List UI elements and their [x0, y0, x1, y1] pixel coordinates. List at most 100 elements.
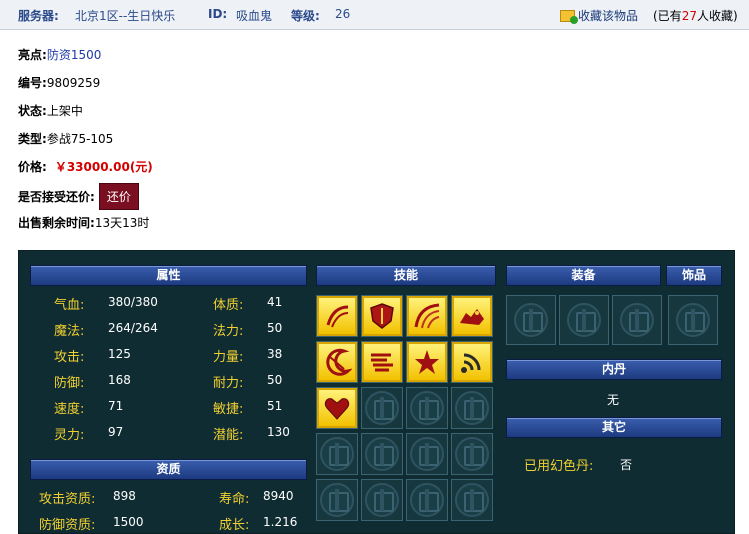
other-label: 已用幻色丹:	[524, 459, 594, 474]
favorite-link[interactable]: 收藏该物品	[560, 7, 638, 24]
status-label: 状态:	[18, 104, 47, 118]
number-row: 编号: 9809259	[18, 74, 100, 91]
aptitude-label: 防御资质:	[39, 518, 96, 533]
skill-slot[interactable]	[361, 387, 403, 429]
aptitude-header: 资质	[30, 459, 307, 480]
highlight-value: 防资1500	[46, 48, 102, 62]
skill-slot[interactable]	[361, 295, 403, 337]
empty-slot-emblem-icon	[676, 303, 710, 337]
attribute-value: 130	[267, 425, 290, 439]
type-label: 类型:	[18, 132, 47, 146]
empty-slot-emblem-icon	[320, 437, 354, 471]
equipment-slot[interactable]	[506, 295, 556, 345]
aptitude-label: 攻击资质:	[39, 492, 96, 507]
empty-slot-emblem-icon	[455, 483, 489, 517]
attribute-label: 体质:	[213, 298, 244, 313]
heart-skill-icon	[317, 388, 357, 428]
skill-slot[interactable]	[406, 479, 448, 521]
skill-slot[interactable]	[451, 479, 493, 521]
skill-slot[interactable]	[451, 295, 493, 337]
skill-slot[interactable]	[451, 387, 493, 429]
folder-add-icon	[560, 9, 578, 24]
wave-skill-icon	[452, 342, 492, 382]
skill-slot[interactable]	[451, 341, 493, 383]
equipment-slot[interactable]	[559, 295, 609, 345]
aptitude-label: 寿命:	[219, 492, 250, 507]
attribute-label: 速度:	[54, 402, 85, 417]
status-value: 上架中	[46, 104, 83, 118]
skill-slot[interactable]	[406, 387, 448, 429]
price-value: ￥33000.00(元)	[54, 160, 153, 174]
empty-slot-emblem-icon	[455, 437, 489, 471]
attribute-value: 264/264	[108, 321, 158, 335]
pet-detail-panel: 属性 资质 技能 装备 饰品 内丹 无 其它 已用幻色丹: 否 气血: 380/3…	[18, 250, 735, 534]
skill-slot[interactable]	[361, 433, 403, 475]
empty-slot-emblem-icon	[410, 437, 444, 471]
attribute-label: 法力:	[213, 324, 244, 339]
attribute-label: 防御:	[54, 376, 85, 391]
highlight-row: 亮点: 防资1500	[18, 46, 101, 63]
neidan-header: 内丹	[506, 359, 722, 380]
id-value: 吸血鬼	[236, 9, 273, 23]
empty-slot-emblem-icon	[410, 391, 444, 425]
empty-slot-emblem-icon	[365, 391, 399, 425]
attribute-value: 38	[267, 347, 283, 361]
attribute-label: 敏捷:	[213, 402, 244, 417]
equipment-slot[interactable]	[612, 295, 662, 345]
aptitude-label: 成长:	[219, 518, 250, 533]
id-label: ID:	[208, 7, 228, 21]
accessory-slot[interactable]	[668, 295, 718, 345]
skill-slot[interactable]	[316, 295, 358, 337]
status-row: 状态: 上架中	[18, 102, 83, 119]
empty-slot-emblem-icon	[567, 303, 601, 337]
equipment-header: 装备	[506, 265, 661, 286]
counter-offer-label: 是否接受还价:	[18, 190, 95, 204]
attribute-value: 50	[267, 373, 283, 387]
attribute-label: 魔法:	[54, 324, 85, 339]
aptitude-value: 1.216	[263, 515, 298, 529]
empty-slot-emblem-icon	[514, 303, 548, 337]
counter-offer-row: 是否接受还价: 还价	[18, 183, 139, 210]
attribute-label: 力量:	[213, 350, 244, 365]
level-value: 26	[335, 7, 351, 21]
price-label: 价格:	[18, 160, 47, 174]
empty-slot-emblem-icon	[320, 483, 354, 517]
favorite-count: (已有27人收藏)	[653, 9, 738, 23]
skill-slot[interactable]	[406, 433, 448, 475]
skill-slot[interactable]	[361, 341, 403, 383]
claw-skill-icon	[317, 296, 357, 336]
counter-offer-button[interactable]: 还价	[98, 183, 139, 210]
server-value: 北京1区--生日快乐	[75, 9, 176, 23]
shatter-skill-icon	[407, 342, 447, 382]
wind-skill-icon	[362, 342, 402, 382]
skill-slot[interactable]	[451, 433, 493, 475]
attribute-label: 气血:	[54, 298, 85, 313]
shield-skill-icon	[362, 296, 402, 336]
other-header: 其它	[506, 417, 722, 438]
remaining-time-value: 13天13时	[94, 216, 150, 230]
attribute-value: 125	[108, 347, 131, 361]
empty-slot-emblem-icon	[365, 437, 399, 471]
aptitude-value: 8940	[263, 489, 294, 503]
attribute-label: 潜能:	[213, 428, 244, 443]
price-row: 价格: ￥33000.00(元)	[18, 158, 153, 175]
skill-slot[interactable]	[361, 479, 403, 521]
number-value: 9809259	[46, 75, 101, 90]
empty-slot-emblem-icon	[455, 391, 489, 425]
empty-slot-emblem-icon	[410, 483, 444, 517]
skill-slot[interactable]	[316, 387, 358, 429]
server-label: 服务器:	[18, 9, 59, 23]
arc-skill-icon	[407, 296, 447, 336]
skill-slot[interactable]	[406, 341, 448, 383]
skill-slot[interactable]	[316, 341, 358, 383]
favorite-label: 收藏该物品	[578, 9, 639, 23]
skill-slot[interactable]	[406, 295, 448, 337]
type-value: 参战75-105	[46, 132, 114, 146]
skill-slot[interactable]	[316, 479, 358, 521]
attribute-value: 168	[108, 373, 131, 387]
highlight-label: 亮点:	[18, 48, 47, 62]
other-value: 否	[620, 458, 633, 472]
empty-slot-emblem-icon	[620, 303, 654, 337]
skill-slot[interactable]	[316, 433, 358, 475]
number-label: 编号:	[18, 76, 47, 90]
